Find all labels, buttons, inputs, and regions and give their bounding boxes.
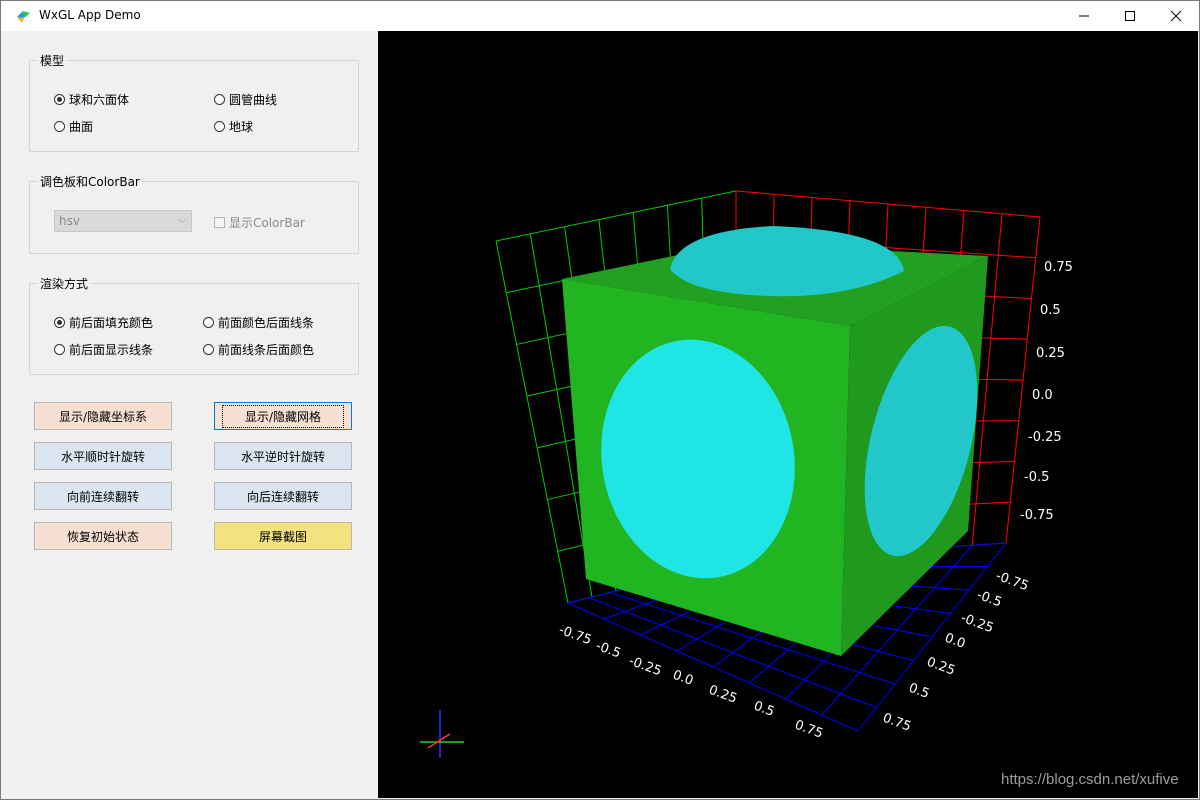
radio-model-tube-curve[interactable]: 圆管曲线 — [214, 91, 277, 108]
radio-model-surface[interactable]: 曲面 — [54, 118, 93, 135]
app-logo-icon — [17, 11, 30, 23]
title-bar[interactable]: WxGL App Demo — [1, 1, 1199, 31]
radio-model-sphere-cube[interactable]: 球和六面体 — [54, 91, 129, 108]
tick-label: 0.0 — [1032, 388, 1053, 403]
tick-label: -0.5 — [594, 639, 623, 662]
radio-render-fill-both[interactable]: 前后面填充颜色 — [54, 314, 153, 331]
radio-label: 前面线条后面颜色 — [218, 343, 315, 357]
reset-view-button[interactable]: 恢复初始状态 — [34, 522, 172, 550]
tick-label: 0.75 — [1044, 260, 1073, 275]
render-group-title: 渲染方式 — [38, 275, 91, 292]
render-mode-group: 渲染方式 前后面填充颜色 前面颜色后面线条 前后面显示线条 前面线条后面颜色 — [29, 275, 359, 375]
radio-label: 前面颜色后面线条 — [218, 316, 315, 330]
tick-label: -0.75 — [1020, 508, 1054, 523]
tick-label: -0.75 — [557, 623, 594, 649]
radio-label: 前后面填充颜色 — [69, 316, 154, 330]
tick-label: 0.25 — [925, 655, 957, 679]
checkbox-label: 显示ColorBar — [229, 216, 305, 230]
radio-indicator — [54, 121, 65, 132]
tick-label: 0.25 — [1036, 346, 1065, 361]
minimize-icon — [1079, 15, 1089, 17]
toggle-grid-button[interactable]: 显示/隐藏网格 — [214, 402, 352, 430]
model-group-title: 模型 — [38, 52, 67, 69]
radio-label: 地球 — [229, 120, 254, 134]
show-colorbar-checkbox[interactable]: 显示ColorBar — [214, 214, 305, 231]
app-window: WxGL App Demo 模型 球和六面体 圆管曲线 曲面 地球 调色板和Co… — [0, 0, 1200, 800]
radio-label: 球和六面体 — [69, 93, 130, 107]
palette-select[interactable]: hsv ⌵ — [54, 210, 192, 232]
rotate-counterclockwise-button[interactable]: 水平逆时针旋转 — [214, 442, 352, 470]
minimize-button[interactable] — [1061, 1, 1107, 31]
button-label: 水平逆时针旋转 — [240, 449, 325, 464]
tick-label: 0.25 — [707, 683, 739, 707]
tick-label: -0.5 — [975, 588, 1004, 611]
maximize-icon — [1125, 11, 1135, 21]
flip-forward-button[interactable]: 向前连续翻转 — [34, 482, 172, 510]
screenshot-button[interactable]: 屏幕截图 — [214, 522, 352, 550]
button-label: 显示/隐藏网格 — [221, 404, 345, 428]
model-group: 模型 球和六面体 圆管曲线 曲面 地球 — [29, 52, 359, 152]
scene-canvas[interactable]: 0.750.50.250.0-0.25-0.5-0.75-0.75-0.5-0.… — [378, 31, 1198, 798]
radio-model-earth[interactable]: 地球 — [214, 118, 253, 135]
radio-render-front-line-back-color[interactable]: 前面线条后面颜色 — [203, 341, 314, 358]
tick-label: 0.5 — [1040, 303, 1061, 318]
chevron-down-icon: ⌵ — [178, 215, 186, 226]
close-button[interactable] — [1153, 1, 1199, 31]
window-title: WxGL App Demo — [39, 8, 141, 22]
tick-label: 0.0 — [943, 631, 968, 652]
radio-label: 曲面 — [69, 120, 94, 134]
tick-label: 0.75 — [793, 718, 825, 742]
radio-render-lines-both[interactable]: 前后面显示线条 — [54, 341, 153, 358]
rotate-clockwise-button[interactable]: 水平顺时针旋转 — [34, 442, 172, 470]
tick-label: -0.75 — [994, 569, 1031, 595]
grid-line-y-plane — [495, 240, 569, 604]
radio-indicator — [54, 94, 65, 105]
watermark: https://blog.csdn.net/xufive — [1001, 771, 1179, 788]
radio-render-front-color-back-line[interactable]: 前面颜色后面线条 — [203, 314, 314, 331]
orientation-gizmo — [420, 710, 464, 758]
grid-line-y-plane — [495, 190, 737, 242]
control-panel: 模型 球和六面体 圆管曲线 曲面 地球 调色板和ColorBar hsv ⌵ 显… — [1, 31, 378, 799]
radio-indicator — [214, 94, 225, 105]
close-icon — [1170, 10, 1182, 22]
tick-label: 0.5 — [907, 681, 932, 702]
radio-label: 圆管曲线 — [229, 93, 278, 107]
button-label: 向后连续翻转 — [246, 489, 319, 504]
button-label: 屏幕截图 — [258, 529, 307, 544]
gizmo-x-axis — [427, 733, 451, 749]
tick-label: -0.5 — [1024, 470, 1049, 485]
tick-label: -0.25 — [959, 611, 996, 637]
button-label: 显示/隐藏坐标系 — [58, 409, 148, 424]
radio-indicator — [203, 344, 214, 355]
palette-select-value: hsv — [59, 214, 80, 228]
tick-label: 0.75 — [881, 711, 913, 735]
checkbox-box — [214, 217, 225, 228]
button-label: 恢复初始状态 — [66, 529, 139, 544]
flip-backward-button[interactable]: 向后连续翻转 — [214, 482, 352, 510]
radio-label: 前后面显示线条 — [69, 343, 154, 357]
tick-label: -0.25 — [627, 654, 664, 680]
button-label: 向前连续翻转 — [66, 489, 139, 504]
radio-indicator — [54, 344, 65, 355]
tick-label: -0.25 — [1028, 430, 1062, 445]
toggle-axes-button[interactable]: 显示/隐藏坐标系 — [34, 402, 172, 430]
3d-viewport[interactable]: 0.75 0.5 0.25 0.0 -0.25 -0.5 -0.75 -0.75 -0.5 -0.… — [378, 31, 1198, 798]
tick-label: 0.5 — [752, 699, 777, 720]
tick-label: 0.0 — [671, 668, 696, 689]
radio-indicator — [54, 317, 65, 328]
radio-indicator — [203, 317, 214, 328]
button-label: 水平顺时针旋转 — [60, 449, 145, 464]
palette-group-title: 调色板和ColorBar — [38, 173, 142, 190]
radio-indicator — [214, 121, 225, 132]
palette-group: 调色板和ColorBar hsv ⌵ 显示ColorBar — [29, 173, 359, 254]
maximize-button[interactable] — [1107, 1, 1153, 31]
